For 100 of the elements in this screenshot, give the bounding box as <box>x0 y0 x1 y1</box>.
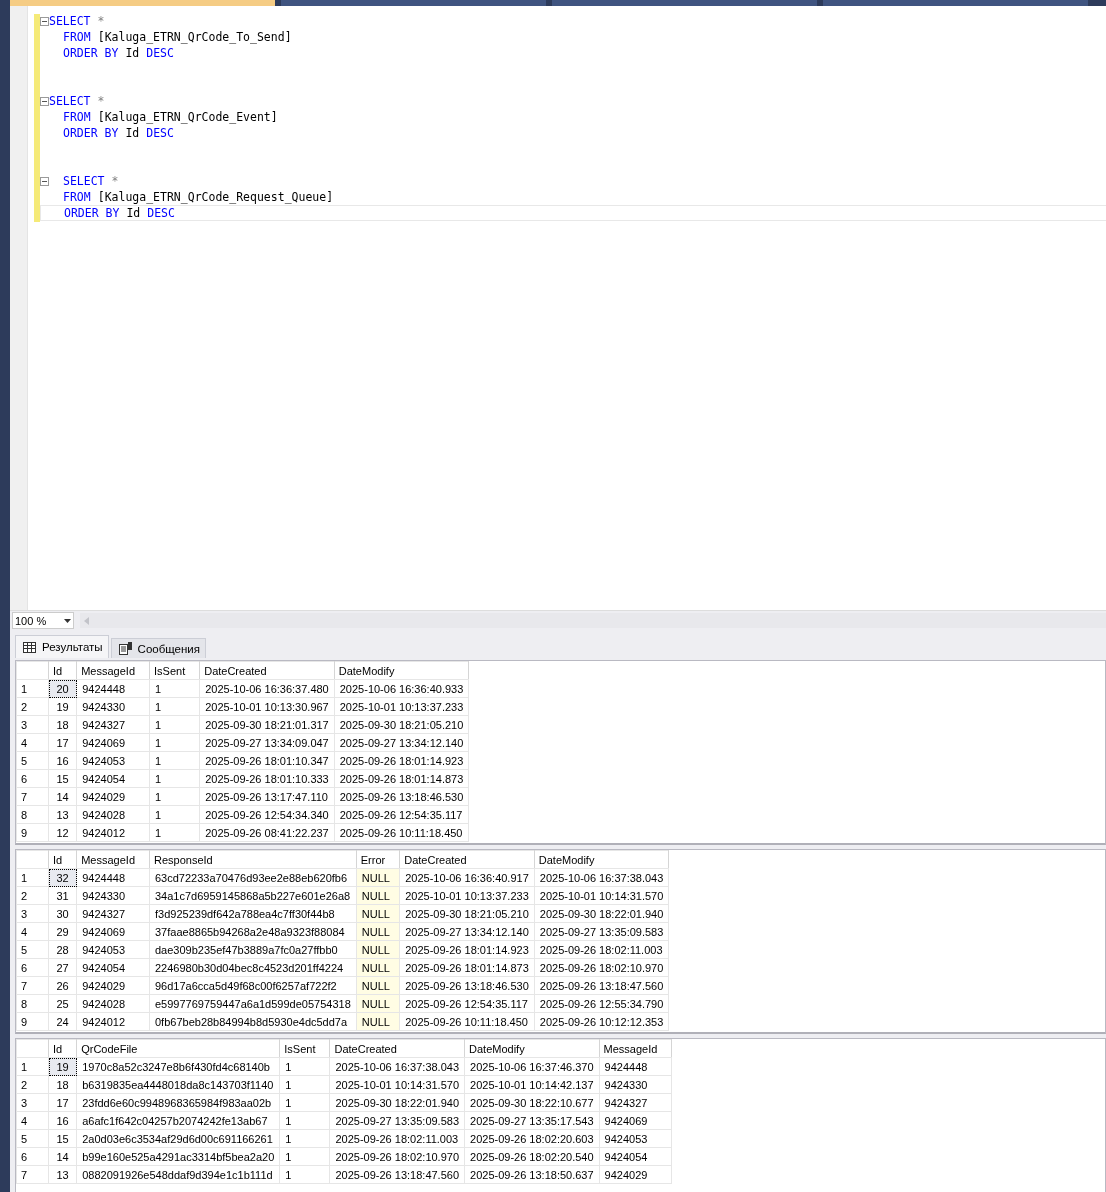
row-number[interactable]: 6 <box>16 769 49 788</box>
table-cell: 9424330 <box>76 697 150 716</box>
column-header[interactable]: Id <box>48 850 77 869</box>
table-cell: 2025-09-26 13:18:47.560 <box>534 976 669 995</box>
column-header[interactable]: Error <box>356 850 400 869</box>
row-number[interactable]: 5 <box>16 940 49 959</box>
sql-keyword: ORDER BY <box>63 45 119 61</box>
table-cell: 2025-09-26 18:02:20.603 <box>464 1129 600 1148</box>
row-number[interactable]: 5 <box>16 751 49 770</box>
table-cell: 9424054 <box>76 958 150 977</box>
table-cell: 96d17a6cca5d49f68c00f6257af722f2 <box>149 976 357 995</box>
row-number[interactable]: 7 <box>16 787 49 806</box>
table-cell: 2025-09-26 13:18:50.637 <box>464 1165 600 1184</box>
table-cell: 0882091926e548ddaf9d394e1c1b111d <box>76 1165 280 1184</box>
table-cell: 2025-10-01 10:13:30.967 <box>199 697 335 716</box>
table-cell: 0fb67beb28b84994b8d5930e4dc5dd7a <box>149 1012 357 1031</box>
zoom-dropdown[interactable]: 100 % <box>12 612 74 629</box>
column-header[interactable]: DateCreated <box>199 661 335 680</box>
row-number[interactable]: 9 <box>16 1012 49 1031</box>
table-cell: 9424448 <box>76 679 150 698</box>
horizontal-scrollbar[interactable] <box>80 613 1106 628</box>
row-number[interactable]: 6 <box>16 1147 49 1166</box>
sql-identifier: [Kaluga_ETRN_QrCode_Event] <box>97 109 278 125</box>
row-number[interactable]: 4 <box>16 733 49 752</box>
row-number[interactable]: 2 <box>16 1075 49 1094</box>
result-tab[interactable]: Сообщения <box>110 638 206 658</box>
table-cell: 17 <box>48 733 77 752</box>
column-header[interactable]: Id <box>48 1039 77 1058</box>
column-header[interactable]: Id <box>48 661 77 680</box>
table-cell: 2025-10-01 10:14:31.570 <box>329 1075 465 1094</box>
column-header[interactable]: DateCreated <box>329 1039 465 1058</box>
row-number[interactable]: 2 <box>16 886 49 905</box>
column-header[interactable]: MessageId <box>76 661 150 680</box>
table-cell: 2025-09-27 13:35:17.543 <box>464 1111 600 1130</box>
sql-keyword: SELECT <box>49 13 91 29</box>
table-cell: 31 <box>48 886 77 905</box>
table-cell: 1 <box>149 787 200 806</box>
table-cell: 1 <box>149 805 200 824</box>
table-cell: 2025-09-26 12:54:35.117 <box>334 805 469 824</box>
table-cell: 1 <box>279 1057 330 1076</box>
collapse-icon[interactable] <box>40 96 49 106</box>
table-cell: 2025-09-26 18:01:10.347 <box>199 751 335 770</box>
table-cell: 2025-09-26 12:54:35.117 <box>399 994 535 1013</box>
row-number[interactable]: 1 <box>16 868 49 887</box>
row-number[interactable]: 7 <box>16 976 49 995</box>
table-cell: 2025-09-26 10:12:12.353 <box>534 1012 669 1031</box>
column-header[interactable]: DateModify <box>464 1039 600 1058</box>
row-number[interactable]: 4 <box>16 922 49 941</box>
row-number[interactable]: 8 <box>16 994 49 1013</box>
column-header[interactable]: DateCreated <box>399 850 535 869</box>
row-number[interactable]: 3 <box>16 1093 49 1112</box>
row-number[interactable]: 9 <box>16 823 49 842</box>
table-cell: 9424028 <box>76 805 150 824</box>
row-number[interactable]: 4 <box>16 1111 49 1130</box>
row-number[interactable]: 3 <box>16 904 49 923</box>
table-cell: 2025-09-26 18:02:10.970 <box>534 958 669 977</box>
sql-keyword: FROM <box>63 189 91 205</box>
column-header[interactable]: QrCodeFile <box>76 1039 280 1058</box>
table-cell: 26 <box>48 976 77 995</box>
row-number[interactable]: 1 <box>16 679 49 698</box>
table-cell: 9424029 <box>76 976 150 995</box>
table-cell: 2025-09-30 18:22:10.677 <box>464 1093 600 1112</box>
column-header[interactable]: MessageId <box>599 1039 672 1058</box>
column-header[interactable]: DateModify <box>534 850 669 869</box>
table-cell: 2025-09-26 10:11:18.450 <box>399 1012 535 1031</box>
table-cell: 2025-09-26 18:02:20.540 <box>464 1147 600 1166</box>
row-number[interactable]: 3 <box>16 715 49 734</box>
table-cell: 9424029 <box>76 787 150 806</box>
sql-operator: * <box>97 13 105 29</box>
row-number[interactable]: 1 <box>16 1057 49 1076</box>
table-cell: 2025-10-01 10:13:37.233 <box>334 697 469 716</box>
collapse-icon[interactable] <box>40 176 49 186</box>
sql-keyword: ORDER BY <box>63 125 119 141</box>
table-cell: 2025-10-06 16:37:46.370 <box>464 1057 600 1076</box>
column-header[interactable]: IsSent <box>279 1039 330 1058</box>
column-header[interactable]: ResponseId <box>149 850 357 869</box>
row-number[interactable]: 7 <box>16 1165 49 1184</box>
sql-identifier: [Kaluga_ETRN_QrCode_To_Send] <box>97 29 292 45</box>
column-header[interactable]: DateModify <box>334 661 469 680</box>
table-cell: dae309b235ef47b3889a7fc0a27ffbb0 <box>149 940 357 959</box>
row-number[interactable]: 8 <box>16 805 49 824</box>
sql-identifier: Id <box>125 125 140 141</box>
table-cell: 9424069 <box>599 1111 672 1130</box>
table-cell: 1 <box>149 715 200 734</box>
table-cell: 2025-09-26 10:11:18.450 <box>334 823 469 842</box>
row-number[interactable]: 2 <box>16 697 49 716</box>
table-cell: 2025-09-27 13:34:12.140 <box>399 922 535 941</box>
sql-keyword: DESC <box>146 125 174 141</box>
table-cell: 2025-09-30 18:21:05.210 <box>334 715 469 734</box>
column-header[interactable]: IsSent <box>149 661 200 680</box>
table-cell: 2025-09-30 18:21:05.210 <box>399 904 535 923</box>
result-tab[interactable]: Результаты <box>15 635 109 658</box>
sql-keyword: FROM <box>63 29 91 45</box>
row-number[interactable]: 5 <box>16 1129 49 1148</box>
collapse-icon[interactable] <box>40 16 49 26</box>
row-number[interactable]: 6 <box>16 958 49 977</box>
column-header[interactable]: MessageId <box>76 850 150 869</box>
table-cell: 9424330 <box>599 1075 672 1094</box>
table-cell: 2025-09-26 13:18:47.560 <box>329 1165 465 1184</box>
table-cell: 2025-09-26 18:01:14.923 <box>334 751 469 770</box>
